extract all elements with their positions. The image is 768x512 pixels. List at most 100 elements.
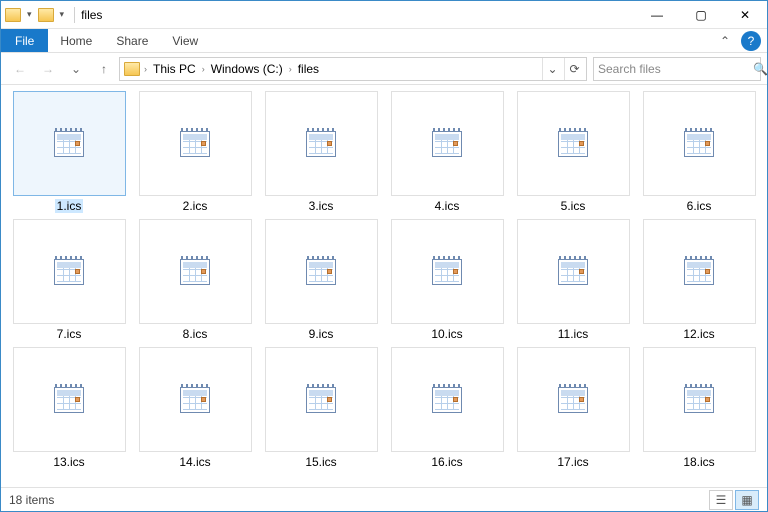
minimize-button[interactable]: — <box>635 1 679 29</box>
file-name: 13.ics <box>53 455 84 469</box>
search-input[interactable] <box>598 62 753 76</box>
folder-icon <box>124 62 140 76</box>
file-item[interactable]: 16.ics <box>387 347 507 469</box>
quick-access-toolbar: ▾ ▾ <box>1 8 68 22</box>
file-item[interactable]: 10.ics <box>387 219 507 341</box>
file-name: 15.ics <box>305 455 336 469</box>
file-tab[interactable]: File <box>1 29 48 52</box>
file-thumbnail <box>643 347 756 452</box>
calendar-icon <box>306 387 336 413</box>
file-grid: 1.ics2.ics 3.ics 4.ics 5.ics 6.ics 7.ics8.ics… <box>9 91 759 469</box>
file-thumbnail <box>265 347 378 452</box>
qat-dropdown-icon[interactable]: ▾ <box>23 9 36 20</box>
calendar-icon <box>54 259 84 285</box>
file-name: 6.ics <box>687 199 712 213</box>
file-item[interactable]: 3.ics <box>261 91 381 213</box>
close-button[interactable]: ✕ <box>723 1 767 29</box>
search-box[interactable]: 🔍 <box>593 57 761 81</box>
file-name: 3.ics <box>309 199 334 213</box>
calendar-icon <box>54 131 84 157</box>
ribbon: File Home Share View ⌃ ? <box>1 29 767 53</box>
breadcrumb-this-pc[interactable]: This PC <box>149 62 200 76</box>
file-name: 12.ics <box>683 327 714 341</box>
calendar-icon <box>684 259 714 285</box>
calendar-icon <box>306 131 336 157</box>
file-item[interactable]: 5.ics <box>513 91 633 213</box>
up-icon: ↑ <box>101 62 107 76</box>
file-item[interactable]: 1.ics <box>9 91 129 213</box>
file-item[interactable]: 17.ics <box>513 347 633 469</box>
details-view-button[interactable]: ☰ <box>709 490 733 510</box>
calendar-icon <box>684 387 714 413</box>
address-dropdown-button[interactable]: ⌄ <box>542 58 562 80</box>
file-thumbnail <box>13 219 126 324</box>
forward-icon: → <box>42 62 54 76</box>
folder-icon[interactable] <box>38 8 54 22</box>
address-bar[interactable]: › This PC › Windows (C:) › files ⌄ ⟳ <box>119 57 587 81</box>
file-name: 9.ics <box>309 327 334 341</box>
titlebar: ▾ ▾ files — ▢ ✕ <box>1 1 767 29</box>
file-item[interactable]: 11.ics <box>513 219 633 341</box>
file-thumbnail <box>643 91 756 196</box>
file-thumbnail <box>391 219 504 324</box>
refresh-icon: ⟳ <box>569 62 579 76</box>
calendar-icon <box>306 259 336 285</box>
back-button[interactable]: ← <box>7 56 33 82</box>
calendar-icon <box>432 259 462 285</box>
file-name: 4.ics <box>435 199 460 213</box>
file-thumbnail <box>265 91 378 196</box>
calendar-icon <box>180 387 210 413</box>
file-pane[interactable]: 1.ics2.ics 3.ics 4.ics 5.ics 6.ics 7.ics8.ics… <box>1 85 767 487</box>
chevron-right-icon[interactable]: › <box>202 64 205 74</box>
file-item[interactable]: 6.ics <box>639 91 759 213</box>
file-item[interactable]: 7.ics <box>9 219 129 341</box>
file-thumbnail <box>13 91 126 196</box>
file-thumbnail <box>139 219 252 324</box>
chevron-down-icon: ⌃ <box>720 34 730 48</box>
thumbnails-icon: ▦ <box>741 493 752 507</box>
file-item[interactable]: 4.ics <box>387 91 507 213</box>
breadcrumb-folder[interactable]: files <box>294 62 323 76</box>
file-item[interactable]: 18.ics <box>639 347 759 469</box>
chevron-right-icon[interactable]: › <box>289 64 292 74</box>
maximize-button[interactable]: ▢ <box>679 1 723 29</box>
breadcrumb-drive[interactable]: Windows (C:) <box>207 62 287 76</box>
file-thumbnail <box>517 91 630 196</box>
refresh-button[interactable]: ⟳ <box>564 58 584 80</box>
file-name: 16.ics <box>431 455 462 469</box>
file-thumbnail <box>13 347 126 452</box>
tab-share[interactable]: Share <box>104 29 160 52</box>
divider <box>74 7 75 23</box>
file-thumbnail <box>139 347 252 452</box>
chevron-right-icon[interactable]: › <box>144 64 147 74</box>
calendar-icon <box>180 131 210 157</box>
calendar-icon <box>558 259 588 285</box>
tab-view[interactable]: View <box>160 29 210 52</box>
calendar-icon <box>54 387 84 413</box>
file-item[interactable]: 8.ics <box>135 219 255 341</box>
file-name: 18.ics <box>683 455 714 469</box>
thumbnails-view-button[interactable]: ▦ <box>735 490 759 510</box>
calendar-icon <box>180 259 210 285</box>
help-button[interactable]: ? <box>741 31 761 51</box>
calendar-icon <box>684 131 714 157</box>
statusbar: 18 items ☰ ▦ <box>1 487 767 511</box>
folder-icon <box>5 8 21 22</box>
file-item[interactable]: 14.ics <box>135 347 255 469</box>
file-item[interactable]: 12.ics <box>639 219 759 341</box>
tab-home[interactable]: Home <box>48 29 104 52</box>
file-name: 14.ics <box>179 455 210 469</box>
back-icon: ← <box>14 62 26 76</box>
file-item[interactable]: 13.ics <box>9 347 129 469</box>
navbar: ← → ⌄ ↑ › This PC › Windows (C:) › files… <box>1 53 767 85</box>
ribbon-expand-button[interactable]: ⌃ <box>713 29 737 52</box>
forward-button[interactable]: → <box>35 56 61 82</box>
file-thumbnail <box>391 91 504 196</box>
recent-locations-button[interactable]: ⌄ <box>63 56 89 82</box>
file-item[interactable]: 2.ics <box>135 91 255 213</box>
file-item[interactable]: 9.ics <box>261 219 381 341</box>
search-icon: 🔍 <box>753 62 768 76</box>
qat-customize-icon[interactable]: ▾ <box>56 9 69 20</box>
up-button[interactable]: ↑ <box>91 56 117 82</box>
file-item[interactable]: 15.ics <box>261 347 381 469</box>
